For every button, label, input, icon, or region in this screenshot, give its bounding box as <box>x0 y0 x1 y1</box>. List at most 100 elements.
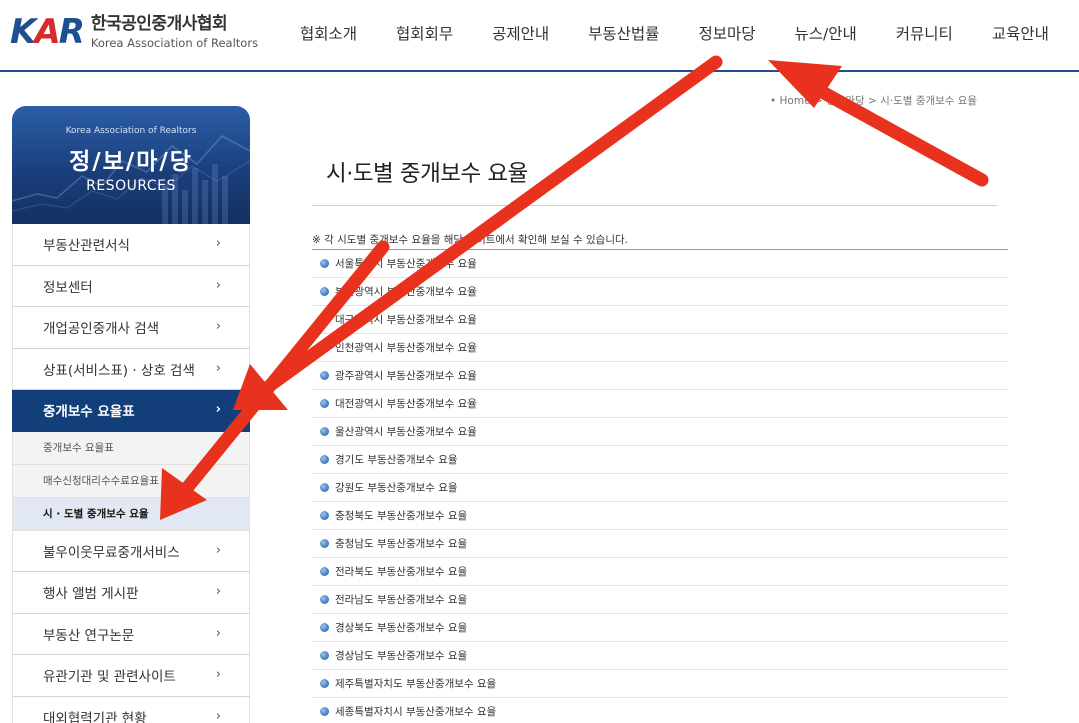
nav-news[interactable]: 뉴스/안내 <box>795 22 857 46</box>
sidebar-item-trademark-search[interactable]: 상표(서비스표) · 상호 검색 › <box>12 348 250 390</box>
sidebar-item-label: 부동산 연구논문 <box>43 627 135 644</box>
breadcrumb: • Home > 정보마당 > 시·도별 중개보수 요율 <box>770 95 978 107</box>
nav-mutual-aid[interactable]: 공제안내 <box>492 22 549 46</box>
sidebar-item-label: 행사 앨범 게시판 <box>43 586 139 603</box>
list-item-gyeongnam[interactable]: 경상남도 부동산중개보수 요율 <box>312 642 1008 670</box>
bullet-icon <box>320 315 329 324</box>
nav-about[interactable]: 협회소개 <box>300 22 357 46</box>
list-item-label: 전라남도 부동산중개보수 요율 <box>335 594 468 606</box>
sidebar-item-label: 개업공인중개사 검색 <box>43 321 160 338</box>
banner-subtitle: RESOURCES <box>86 178 176 194</box>
list-item-jeonbuk[interactable]: 전라북도 부동산중개보수 요율 <box>312 558 1008 586</box>
list-item-gangwon[interactable]: 강원도 부동산중개보수 요율 <box>312 474 1008 502</box>
site-logo[interactable]: KAR 한국공인중개사협회 Korea Association of Realt… <box>10 12 258 52</box>
list-item-gyeongbuk[interactable]: 경상북도 부동산중개보수 요율 <box>312 614 1008 642</box>
sidebar-subitem-fee-table[interactable]: 중개보수 요율표 <box>12 431 250 465</box>
bullet-icon <box>320 287 329 296</box>
bullet-icon <box>320 483 329 492</box>
list-item-gwangju[interactable]: 광주광역시 부동산중개보수 요율 <box>312 362 1008 390</box>
sidebar-item-free-brokerage[interactable]: 불우이웃무료중개서비스 › <box>12 530 250 572</box>
sidebar-item-label: 부동산관련서식 <box>43 238 130 255</box>
logo-name-english: Korea Association of Realtors <box>90 36 259 50</box>
chevron-right-icon: › <box>215 402 221 417</box>
list-item-label: 제주특별자치도 부동산중개보수 요율 <box>335 678 497 690</box>
bullet-icon <box>320 679 329 688</box>
list-item-chungbuk[interactable]: 충청북도 부동산중개보수 요율 <box>312 502 1008 530</box>
chevron-right-icon: › <box>215 667 221 682</box>
bullet-icon <box>320 455 329 464</box>
bullet-icon <box>320 343 329 352</box>
list-item-busan[interactable]: 부산광역시 부동산중개보수 요율 <box>312 278 1008 306</box>
bullet-icon <box>320 511 329 520</box>
sidebar-item-info-center[interactable]: 정보센터 › <box>12 265 250 307</box>
sidebar-menu: 부동산관련서식 › 정보센터 › 개업공인중개사 검색 › 상표(서비스표) ·… <box>12 224 250 723</box>
chevron-right-icon: › <box>215 319 221 334</box>
bullet-icon <box>320 371 329 380</box>
bullet-icon <box>320 623 329 632</box>
nav-real-estate-law[interactable]: 부동산법률 <box>588 22 659 46</box>
sidebar-subitem-bid-agency-fee[interactable]: 매수신청대리수수료요율표 <box>12 464 250 498</box>
list-item-label: 강원도 부동산중개보수 요율 <box>335 482 458 494</box>
sidebar-item-label: 유관기관 및 관련사이트 <box>43 669 176 686</box>
sidebar-item-agent-search[interactable]: 개업공인중개사 검색 › <box>12 307 250 349</box>
bullet-icon <box>320 259 329 268</box>
bullet-icon <box>320 595 329 604</box>
nav-association-affairs[interactable]: 협회회무 <box>396 22 453 46</box>
list-item-ulsan[interactable]: 울산광역시 부동산중개보수 요율 <box>312 418 1008 446</box>
sidebar-item-forms[interactable]: 부동산관련서식 › <box>12 224 250 266</box>
list-item-label: 경기도 부동산중개보수 요율 <box>335 454 458 466</box>
chevron-right-icon: › <box>215 625 221 641</box>
banner-title: 정/보/마/당 <box>69 149 193 175</box>
list-item-daejeon[interactable]: 대전광역시 부동산중개보수 요율 <box>312 390 1008 418</box>
list-item-label: 인천광역시 부동산중개보수 요율 <box>335 342 477 354</box>
list-item-chungnam[interactable]: 충청남도 부동산중개보수 요율 <box>312 530 1008 558</box>
list-item-jeonnam[interactable]: 전라남도 부동산중개보수 요율 <box>312 586 1008 614</box>
list-item-label: 전라북도 부동산중개보수 요율 <box>335 566 468 578</box>
sidebar-banner: Korea Association of Realtors 정/보/마/당 RE… <box>12 106 250 224</box>
list-item-label: 대전광역시 부동산중개보수 요율 <box>335 398 477 410</box>
nav-community[interactable]: 커뮤니티 <box>896 22 953 46</box>
sidebar-item-related-sites[interactable]: 유관기관 및 관련사이트 › <box>12 655 250 697</box>
list-item-daegu[interactable]: 대구광역시 부동산중개보수 요율 <box>312 306 1008 334</box>
chevron-right-icon: › <box>215 236 221 251</box>
page: KAR 한국공인중개사협회 Korea Association of Realt… <box>0 0 1079 723</box>
site-header: KAR 한국공인중개사협회 Korea Association of Realt… <box>0 0 1079 72</box>
bullet-icon <box>320 651 329 660</box>
chevron-right-icon: › <box>215 277 221 293</box>
list-item-label: 대구광역시 부동산중개보수 요율 <box>335 314 477 326</box>
list-item-label: 울산광역시 부동산중개보수 요율 <box>335 426 477 438</box>
nav-resources[interactable]: 정보마당 <box>698 22 755 46</box>
title-divider <box>312 205 997 206</box>
list-item-label: 충청남도 부동산중개보수 요율 <box>335 538 468 550</box>
bullet-icon <box>320 399 329 408</box>
sidebar-item-research-papers[interactable]: 부동산 연구논문 › <box>12 613 250 655</box>
page-title: 시·도별 중개보수 요율 <box>326 161 528 187</box>
sidebar-subitem-regional-fee[interactable]: 시 · 도별 중개보수 요율 <box>12 497 250 531</box>
list-item-incheon[interactable]: 인천광역시 부동산중개보수 요율 <box>312 334 1008 362</box>
chevron-right-icon: › <box>215 584 221 599</box>
list-item-label: 광주광역시 부동산중개보수 요율 <box>335 370 477 382</box>
notice-text: ※ 각 시도별 중개보수 요율을 해당 사이트에서 확인해 보실 수 있습니다. <box>312 234 628 246</box>
bullet-icon <box>320 707 329 716</box>
sidebar-item-event-album[interactable]: 행사 앨범 게시판 › <box>12 572 250 614</box>
sidebar-item-label: 대외협력기관 현황 <box>43 710 147 723</box>
sidebar-item-brokerage-fee[interactable]: 중개보수 요율표 › <box>12 390 250 432</box>
sidebar-item-label: 상표(서비스표) · 상호 검색 <box>43 362 195 379</box>
list-item-label: 부산광역시 부동산중개보수 요율 <box>335 286 477 298</box>
sidebar-item-label: 중개보수 요율표 <box>43 404 135 421</box>
chevron-right-icon: › <box>215 708 221 723</box>
list-item-seoul[interactable]: 서울특별시 부동산중개보수 요율 <box>312 250 1008 278</box>
logo-text: 한국공인중개사협회 Korea Association of Realtors <box>91 13 258 51</box>
sidebar-item-partner-orgs[interactable]: 대외협력기관 현황 › <box>12 696 250 723</box>
bullet-icon <box>320 567 329 576</box>
regional-fee-list: 서울특별시 부동산중개보수 요율 부산광역시 부동산중개보수 요율 대구광역시 … <box>312 249 1008 723</box>
list-item-jeju[interactable]: 제주특별자치도 부동산중개보수 요율 <box>312 670 1008 698</box>
list-item-sejong[interactable]: 세종특별자치시 부동산중개보수 요율 <box>312 698 1008 723</box>
list-item-gyeonggi[interactable]: 경기도 부동산중개보수 요율 <box>312 446 1008 474</box>
logo-mark: KAR <box>10 12 85 52</box>
nav-education[interactable]: 교육안내 <box>992 22 1049 46</box>
logo-name-korean: 한국공인중개사협회 <box>90 14 228 34</box>
main-navigation: 협회소개 협회회무 공제안내 부동산법률 정보마당 뉴스/안내 커뮤니티 교육안… <box>300 22 1049 46</box>
sidebar-item-label: 정보센터 <box>43 279 93 296</box>
list-item-label: 충청북도 부동산중개보수 요율 <box>335 510 468 522</box>
